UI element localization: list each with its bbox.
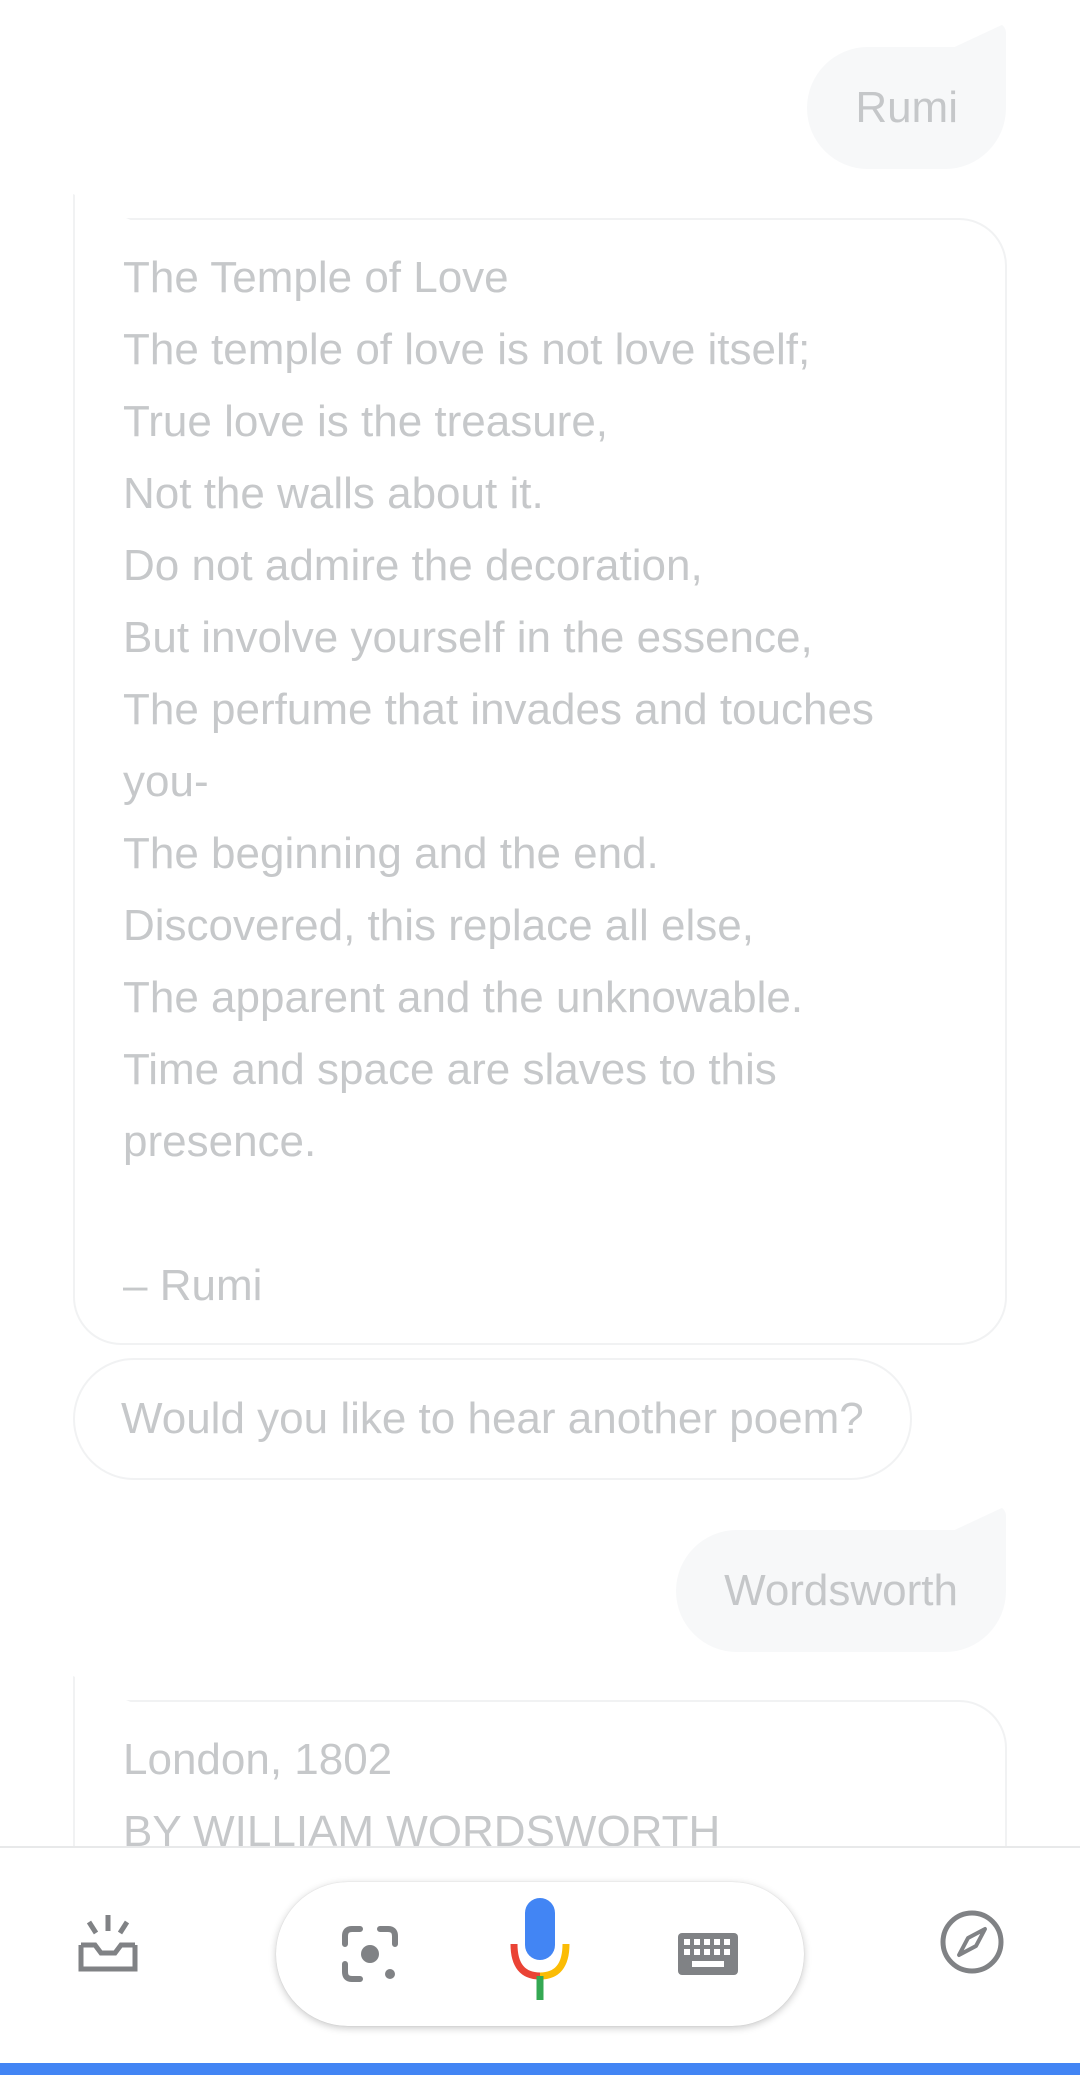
user-message-text: Rumi bbox=[855, 83, 958, 132]
keyboard-icon[interactable] bbox=[670, 1916, 746, 1992]
bubble-tail bbox=[946, 23, 1006, 51]
input-mode-pill bbox=[276, 1882, 804, 2026]
microphone-icon-svg bbox=[510, 1898, 570, 2000]
microphone-icon[interactable] bbox=[498, 1896, 582, 2012]
keyboard-icon-svg bbox=[678, 1933, 738, 1975]
assistant-screen: Rumi The Temple of Love The temple of lo… bbox=[0, 0, 1080, 2075]
bubble-tail bbox=[73, 194, 135, 222]
poem-line: But involve yourself in the essence, bbox=[123, 613, 813, 662]
accent-bar bbox=[0, 2063, 1080, 2075]
user-message-text: Wordsworth bbox=[724, 1566, 958, 1615]
poem-title: The Temple of Love bbox=[123, 253, 509, 302]
poem-line: The apparent and the unknowable. bbox=[123, 973, 804, 1022]
lens-icon[interactable] bbox=[332, 1916, 408, 1992]
poem-blank-line bbox=[123, 1178, 957, 1250]
assistant-poem-card-2: London, 1802 BY WILLIAM WORDSWORTH bbox=[73, 1676, 1007, 1846]
poem-line: Do not admire the decoration, bbox=[123, 541, 703, 590]
poem-author: BY WILLIAM WORDSWORTH bbox=[123, 1807, 721, 1846]
assistant-poem-card: The Temple of Love The temple of love is… bbox=[73, 194, 1007, 1345]
poem-line: True love is the treasure, bbox=[123, 397, 609, 446]
lens-icon-svg bbox=[342, 1926, 398, 1982]
user-message-wordsworth: Wordsworth bbox=[676, 1506, 1006, 1652]
snapshot-tray-icon-svg bbox=[78, 1915, 138, 1972]
snapshot-tray-icon[interactable] bbox=[68, 1902, 148, 1982]
bubble-tail bbox=[73, 1676, 135, 1704]
poem-line: The beginning and the end. bbox=[123, 829, 659, 878]
poem-title: London, 1802 bbox=[123, 1735, 393, 1784]
followup-prompt-text: Would you like to hear another poem? bbox=[121, 1394, 864, 1443]
poem-attribution: – Rumi bbox=[123, 1261, 263, 1310]
poem-line: The temple of love is not love itself; bbox=[123, 325, 811, 374]
followup-prompt: Would you like to hear another poem? bbox=[73, 1358, 912, 1480]
compass-icon[interactable] bbox=[932, 1902, 1012, 1982]
compass-icon-svg bbox=[940, 1910, 1004, 1974]
poem-line: Not the walls about it. bbox=[123, 469, 544, 518]
assistant-bottom-bar bbox=[0, 1846, 1080, 2065]
bubble-tail bbox=[946, 1506, 1006, 1534]
poem-line: The perfume that invades and touches you… bbox=[123, 685, 887, 806]
user-message-rumi: Rumi bbox=[807, 23, 1006, 169]
conversation-area[interactable]: Rumi The Temple of Love The temple of lo… bbox=[0, 0, 1080, 1846]
poem-line: Discovered, this replace all else, bbox=[123, 901, 754, 950]
poem-line: Time and space are slaves to this presen… bbox=[123, 1045, 790, 1166]
